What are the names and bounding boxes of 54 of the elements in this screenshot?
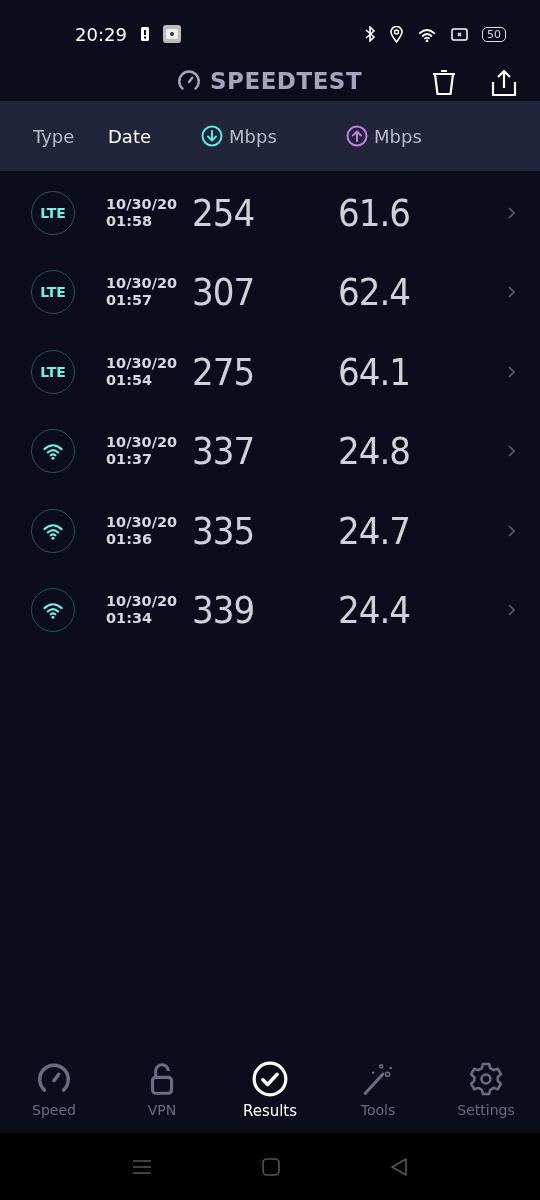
download-speed: 339 bbox=[192, 588, 255, 633]
test-date: 10/30/20 bbox=[106, 434, 179, 452]
upload-speed: 24.4 bbox=[338, 588, 411, 633]
settings-icon bbox=[467, 1060, 505, 1098]
test-time: 01:54 bbox=[106, 371, 154, 389]
share-icon[interactable] bbox=[489, 68, 519, 98]
upload-speed: 64.1 bbox=[338, 349, 411, 394]
test-time: 01:34 bbox=[106, 610, 154, 628]
nav-tab[interactable]: VPN bbox=[108, 1040, 216, 1133]
location-icon bbox=[390, 25, 403, 43]
column-header[interactable]: Mbps bbox=[374, 125, 422, 147]
upload-speed: 62.4 bbox=[338, 270, 411, 315]
test-date: 10/30/20 bbox=[106, 513, 179, 531]
column-header[interactable]: Date bbox=[108, 125, 152, 147]
app-title: SPEEDTEST bbox=[210, 68, 363, 94]
bluetooth-icon bbox=[364, 26, 376, 42]
battery-level: 50 bbox=[482, 26, 506, 42]
chevron-right-icon[interactable] bbox=[506, 603, 516, 618]
check-circle-icon bbox=[251, 1060, 289, 1098]
download-speed: 307 bbox=[192, 270, 255, 315]
test-time: 01:37 bbox=[106, 451, 154, 469]
nav-tab[interactable]: Speed bbox=[0, 1040, 108, 1133]
test-date: 10/30/20 bbox=[106, 275, 179, 293]
download-speed: 337 bbox=[192, 429, 255, 474]
nav-tab[interactable]: Results bbox=[216, 1040, 324, 1133]
back-triangle-icon[interactable] bbox=[390, 1156, 408, 1177]
chevron-right-icon[interactable] bbox=[506, 523, 516, 538]
camera-app-icon bbox=[162, 25, 181, 43]
status-time: 20:29 bbox=[75, 23, 127, 45]
nav-tab[interactable]: Settings bbox=[432, 1040, 540, 1133]
chevron-right-icon[interactable] bbox=[506, 364, 516, 379]
column-header[interactable]: Mbps bbox=[229, 125, 277, 147]
upload-speed: 24.7 bbox=[338, 508, 411, 553]
download-speed: 254 bbox=[192, 190, 255, 235]
test-date: 10/30/20 bbox=[106, 195, 179, 213]
sim-card-icon bbox=[451, 27, 468, 41]
chevron-right-icon[interactable] bbox=[506, 285, 516, 300]
chevron-right-icon[interactable] bbox=[506, 205, 516, 220]
test-time: 01:58 bbox=[106, 212, 154, 230]
wifi-signal-icon bbox=[417, 26, 437, 42]
test-time: 01:57 bbox=[106, 292, 154, 310]
download-speed: 335 bbox=[192, 508, 255, 553]
test-date: 10/30/20 bbox=[106, 593, 179, 611]
chevron-right-icon[interactable] bbox=[506, 444, 516, 459]
home-square-icon[interactable] bbox=[262, 1157, 280, 1176]
test-date: 10/30/20 bbox=[106, 354, 179, 372]
upload-speed: 24.8 bbox=[338, 429, 411, 474]
download-speed: 275 bbox=[192, 349, 255, 394]
test-time: 01:36 bbox=[106, 530, 154, 548]
upload-speed: 61.6 bbox=[338, 190, 411, 235]
battery-alert-icon bbox=[140, 27, 149, 41]
column-header[interactable]: Type bbox=[33, 125, 75, 147]
nav-tab[interactable]: Tools bbox=[324, 1040, 432, 1133]
menu-icon[interactable] bbox=[132, 1158, 152, 1175]
